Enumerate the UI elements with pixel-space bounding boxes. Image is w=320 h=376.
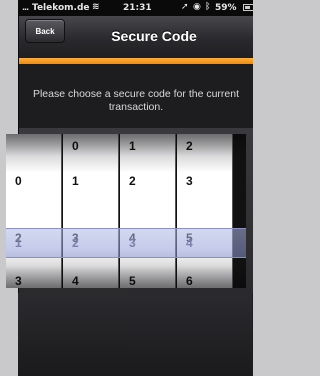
- picker-wheel-3[interactable]: 1 2 4 5: [120, 134, 176, 288]
- alarm-icon: ◉: [193, 2, 201, 12]
- wifi-icon: ≋: [92, 2, 100, 12]
- picker-shade-top: [6, 134, 246, 156]
- battery-icon: [243, 4, 253, 11]
- status-bar: ... Telekom.de ≋ 21:31 ➚ ◉ ᛒ 59%: [19, 0, 253, 16]
- picker-shade-bottom: [6, 266, 246, 288]
- picker-wheel-4[interactable]: 2 3 5 6: [177, 134, 233, 288]
- picker-wheel-2[interactable]: 0 1 3 4: [63, 134, 119, 288]
- picker-selection-indicator: 1 2 3 4: [6, 228, 246, 258]
- instruction-text: Please choose a secure code for the curr…: [32, 88, 240, 113]
- clock: 21:31: [123, 3, 152, 13]
- wheel-value: 3: [186, 174, 193, 188]
- code-picker: 0 2 3 0 1 3 4 1 2 4 5 2 3 5 6: [6, 134, 246, 288]
- accent-divider: [19, 58, 253, 64]
- battery-percent: 59%: [215, 3, 237, 13]
- selected-value: 4: [186, 236, 193, 250]
- selected-value: 3: [129, 236, 136, 250]
- footer-area: [18, 293, 252, 376]
- selected-value: 2: [72, 236, 79, 250]
- back-button[interactable]: Back: [25, 19, 65, 43]
- wheel-value: 2: [129, 174, 136, 188]
- wheel-value: 0: [15, 174, 22, 188]
- page-title: Secure Code: [111, 28, 197, 44]
- wheel-value: 1: [72, 174, 79, 188]
- selected-value: 1: [15, 236, 22, 250]
- signal-icon: ...: [22, 3, 29, 12]
- bluetooth-icon: ᛒ: [205, 2, 211, 12]
- location-icon: ➚: [181, 2, 189, 12]
- carrier-label: Telekom.de: [32, 3, 90, 13]
- picker-wheel-1[interactable]: 0 2 3: [6, 134, 62, 288]
